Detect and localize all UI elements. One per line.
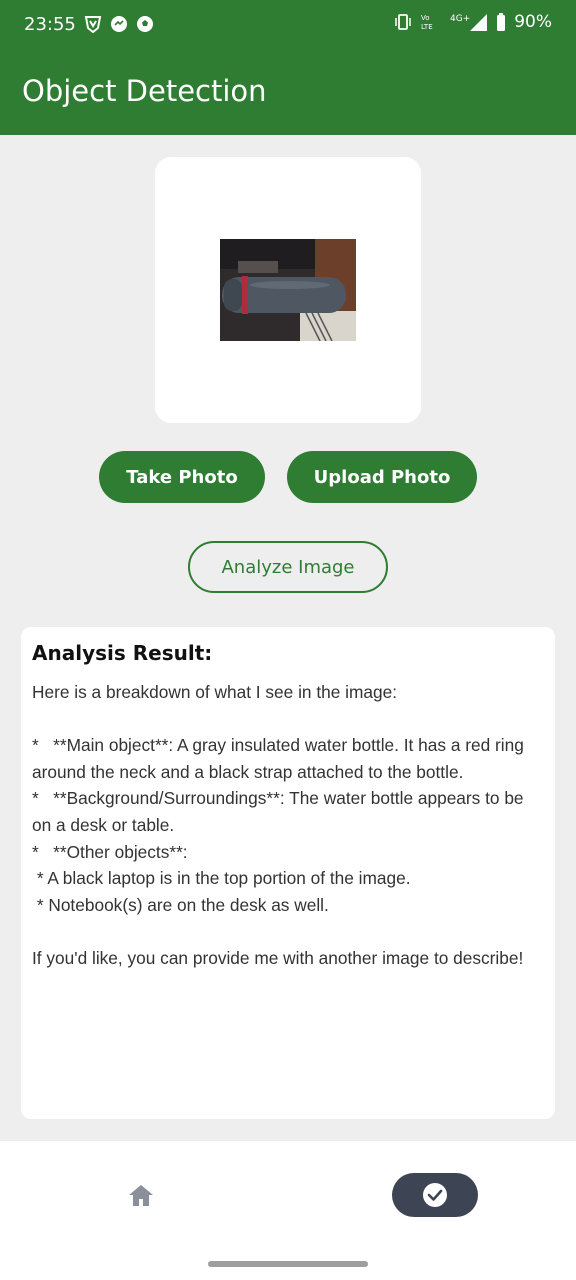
status-time: 23:55 bbox=[24, 14, 76, 35]
upload-photo-button[interactable]: Upload Photo bbox=[287, 451, 477, 503]
home-icon bbox=[129, 1185, 153, 1206]
soccer-ball-icon bbox=[136, 15, 154, 33]
svg-text:LTE: LTE bbox=[421, 23, 433, 31]
svg-text:4G+: 4G+ bbox=[450, 14, 470, 24]
vpn-shield-icon bbox=[84, 15, 102, 34]
check-circle-icon bbox=[423, 1183, 447, 1207]
photo-preview bbox=[220, 239, 356, 341]
vibrate-icon bbox=[394, 12, 412, 32]
battery-percent: 90% bbox=[514, 12, 552, 32]
bottom-navigation bbox=[0, 1141, 576, 1280]
status-bar: 23:55 Vo LTE 4G+ 90% bbox=[0, 0, 576, 52]
battery-icon bbox=[496, 12, 506, 32]
image-preview-card bbox=[155, 157, 421, 423]
result-title: Analysis Result: bbox=[32, 641, 213, 665]
result-body: Here is a breakdown of what I see in the… bbox=[32, 682, 524, 968]
messenger-icon bbox=[110, 15, 128, 33]
page-title: Object Detection bbox=[22, 74, 267, 108]
app-bar: Object Detection bbox=[0, 52, 576, 135]
volte-icon: Vo LTE bbox=[420, 12, 442, 32]
home-indicator[interactable] bbox=[208, 1261, 368, 1267]
status-left-icons bbox=[84, 15, 154, 34]
nav-home-button[interactable] bbox=[124, 1179, 158, 1213]
signal-icon: 4G+ bbox=[450, 12, 488, 32]
analyze-image-button[interactable]: Analyze Image bbox=[188, 541, 388, 593]
svg-text:Vo: Vo bbox=[421, 14, 430, 22]
take-photo-button[interactable]: Take Photo bbox=[99, 451, 265, 503]
status-right: Vo LTE 4G+ 90% bbox=[394, 12, 552, 32]
nav-analyze-button[interactable] bbox=[392, 1173, 478, 1217]
analysis-result-card: Analysis Result: Here is a breakdown of … bbox=[21, 627, 555, 1119]
